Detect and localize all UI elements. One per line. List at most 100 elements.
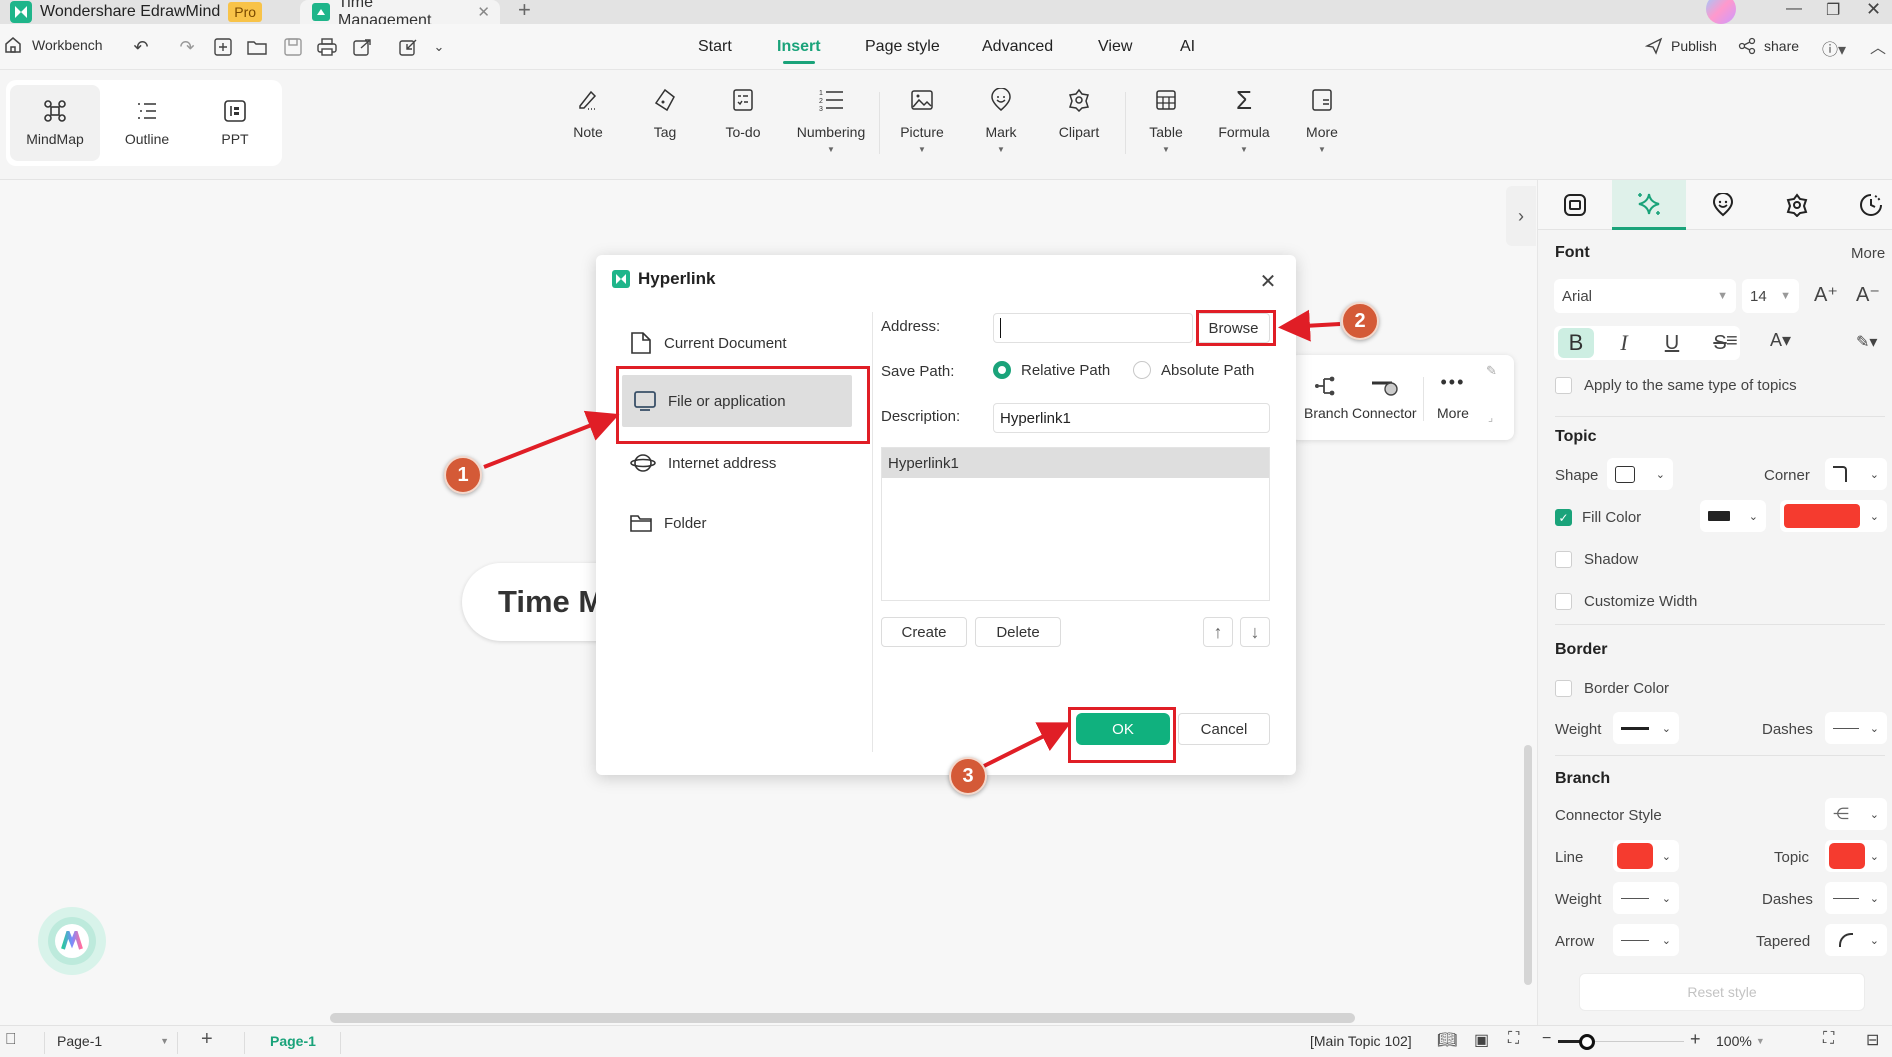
view-mindmap-button[interactable]: MindMap — [10, 85, 100, 161]
view-outline-button[interactable]: Outline — [102, 85, 192, 161]
decrease-font-icon[interactable]: A⁻ — [1856, 282, 1880, 307]
page-tab[interactable]: Page-1 — [270, 1033, 316, 1049]
restore-icon[interactable]: ❐ — [1826, 0, 1840, 20]
redo-icon[interactable]: ↷ — [176, 36, 198, 58]
insert-clipart-button[interactable]: Clipart — [1042, 84, 1116, 174]
customize-width-checkbox[interactable]: Customize Width — [1555, 593, 1697, 610]
insert-mark-button[interactable]: Mark ▼ — [964, 84, 1038, 174]
menu-tab-advanced[interactable]: Advanced — [982, 38, 1053, 56]
minimize-icon[interactable]: — — [1786, 0, 1802, 18]
font-more-link[interactable]: More — [1851, 245, 1885, 262]
address-input[interactable] — [993, 313, 1193, 343]
book-view-icon[interactable]: 📖︎ — [1437, 1030, 1457, 1050]
border-dashes-select[interactable]: ⌄ — [1825, 712, 1887, 744]
create-button[interactable]: Create — [881, 617, 967, 647]
menu-tab-page-style[interactable]: Page style — [865, 38, 940, 56]
fit-screen-icon[interactable]: ⛶ — [1508, 1030, 1519, 1048]
branch-weight-select[interactable]: ⌄ — [1613, 882, 1679, 914]
align-icon[interactable]: ≡ — [1726, 330, 1738, 353]
close-dialog-icon[interactable]: ✕ — [1256, 269, 1280, 293]
view-ppt-button[interactable]: PPT — [190, 85, 280, 161]
menu-tab-view[interactable]: View — [1098, 38, 1132, 56]
shadow-checkbox[interactable]: Shadow — [1555, 551, 1638, 568]
menu-tab-start[interactable]: Start — [698, 38, 732, 56]
publish-button[interactable]: Publish — [1645, 37, 1717, 55]
collapse-ribbon-icon[interactable]: ︿ — [1870, 34, 1886, 58]
insert-numbering-button[interactable]: 123 Numbering ▼ — [791, 84, 871, 174]
export-icon[interactable] — [352, 36, 374, 58]
cancel-button[interactable]: Cancel — [1178, 713, 1270, 745]
absolute-path-radio[interactable]: Absolute Path — [1133, 361, 1254, 379]
panel-tab-history[interactable] — [1834, 180, 1892, 230]
corner-select[interactable]: ⌄ — [1825, 458, 1887, 490]
tapered-select[interactable]: ⌄ — [1825, 924, 1887, 956]
relative-path-radio[interactable]: Relative Path — [993, 361, 1110, 379]
shape-select[interactable]: ⌄ — [1607, 458, 1673, 490]
print-icon[interactable] — [316, 36, 338, 58]
panel-tab-style[interactable] — [1538, 180, 1612, 230]
page-select[interactable]: Page-1 ▼ — [57, 1033, 169, 1049]
reset-style-button[interactable]: Reset style — [1579, 973, 1865, 1011]
border-color-checkbox[interactable]: Border Color — [1555, 680, 1669, 697]
insert-picture-button[interactable]: Picture ▼ — [885, 84, 959, 174]
underline-icon[interactable]: U — [1654, 328, 1690, 358]
link-type-file-or-application[interactable]: File or application — [622, 375, 852, 427]
move-up-icon[interactable]: ↑ — [1203, 617, 1233, 647]
add-branch-button[interactable]: Branch — [1304, 375, 1348, 421]
move-down-icon[interactable]: ↓ — [1240, 617, 1270, 647]
insert-table-button[interactable]: Table ▼ — [1129, 84, 1203, 174]
close-window-icon[interactable]: ✕ — [1866, 0, 1881, 20]
panel-tab-ai-style[interactable] — [1612, 180, 1686, 230]
insert-note-button[interactable]: Note — [551, 84, 625, 174]
delete-button[interactable]: Delete — [975, 617, 1061, 647]
collapse-panel-icon[interactable]: ⊟ — [1866, 1030, 1879, 1050]
new-tab-button[interactable]: + — [518, 0, 531, 21]
fill-color-select[interactable]: ⌄ — [1780, 500, 1887, 532]
insert-todo-button[interactable]: To-do — [706, 84, 780, 174]
font-color-icon[interactable]: A▾ — [1770, 330, 1791, 351]
close-tab-icon[interactable]: ✕ — [477, 3, 490, 21]
menu-tab-ai[interactable]: AI — [1180, 38, 1195, 56]
expand-panel-icon[interactable]: › — [1506, 186, 1536, 246]
highlight-color-icon[interactable]: ✎▾ — [1856, 332, 1877, 352]
fill-color-checkbox[interactable]: ✓ Fill Color — [1555, 509, 1641, 526]
open-folder-icon[interactable] — [246, 36, 268, 58]
help-icon[interactable]: ⓘ▾ — [1822, 36, 1846, 60]
new-file-icon[interactable] — [212, 36, 234, 58]
horizontal-scrollbar[interactable] — [330, 1013, 1355, 1023]
apply-same-type-checkbox[interactable]: Apply to the same type of topics — [1555, 377, 1797, 394]
zoom-in-icon[interactable]: + — [1690, 1029, 1701, 1050]
link-type-internet-address[interactable]: Internet address — [618, 435, 858, 491]
app-tab[interactable]: Wondershare EdrawMind Pro — [10, 0, 263, 24]
insert-formula-button[interactable]: Σ Formula ▼ — [1207, 84, 1281, 174]
document-tab[interactable]: Time Management ✕ — [300, 0, 500, 29]
zoom-slider-handle[interactable] — [1579, 1034, 1595, 1050]
save-icon[interactable] — [282, 36, 304, 58]
font-size-select[interactable]: 14 ▼ — [1742, 279, 1799, 313]
fill-pattern-select[interactable]: ⌄ — [1700, 500, 1766, 532]
zoom-slider[interactable] — [1558, 1032, 1684, 1052]
increase-font-icon[interactable]: A⁺ — [1814, 282, 1838, 307]
panel-tab-clipart[interactable] — [1760, 180, 1834, 230]
border-weight-select[interactable]: ⌄ — [1613, 712, 1679, 744]
link-type-folder[interactable]: Folder — [618, 495, 858, 551]
description-input[interactable]: Hyperlink1 — [993, 403, 1270, 433]
font-family-select[interactable]: Arial ▼ — [1554, 279, 1736, 313]
fullscreen-icon[interactable]: ⛶ — [1823, 1030, 1834, 1048]
italic-icon[interactable]: I — [1606, 328, 1642, 358]
user-avatar[interactable] — [1706, 0, 1736, 24]
toggle-sidebar-icon[interactable]: ⎕ — [6, 1031, 16, 1049]
add-connector-button[interactable]: Connector — [1352, 375, 1417, 421]
vertical-scrollbar[interactable] — [1524, 745, 1532, 985]
link-type-current-document[interactable]: Current Document — [618, 315, 858, 371]
collapse-icon[interactable]: ⌟ — [1488, 411, 1493, 424]
insert-tag-button[interactable]: Tag — [628, 84, 702, 174]
line-color-select[interactable]: ⌄ — [1613, 840, 1679, 872]
share-button[interactable]: share — [1738, 37, 1799, 55]
more-options-button[interactable]: ••• More — [1437, 373, 1469, 421]
hyperlink-list-item[interactable]: Hyperlink1 — [882, 448, 1269, 478]
browse-button[interactable]: Browse — [1197, 313, 1270, 343]
zoom-level-select[interactable]: 100% ▼ — [1716, 1033, 1765, 1049]
insert-more-button[interactable]: More ▼ — [1285, 84, 1359, 174]
fit-page-icon[interactable]: ▣ — [1474, 1030, 1489, 1050]
